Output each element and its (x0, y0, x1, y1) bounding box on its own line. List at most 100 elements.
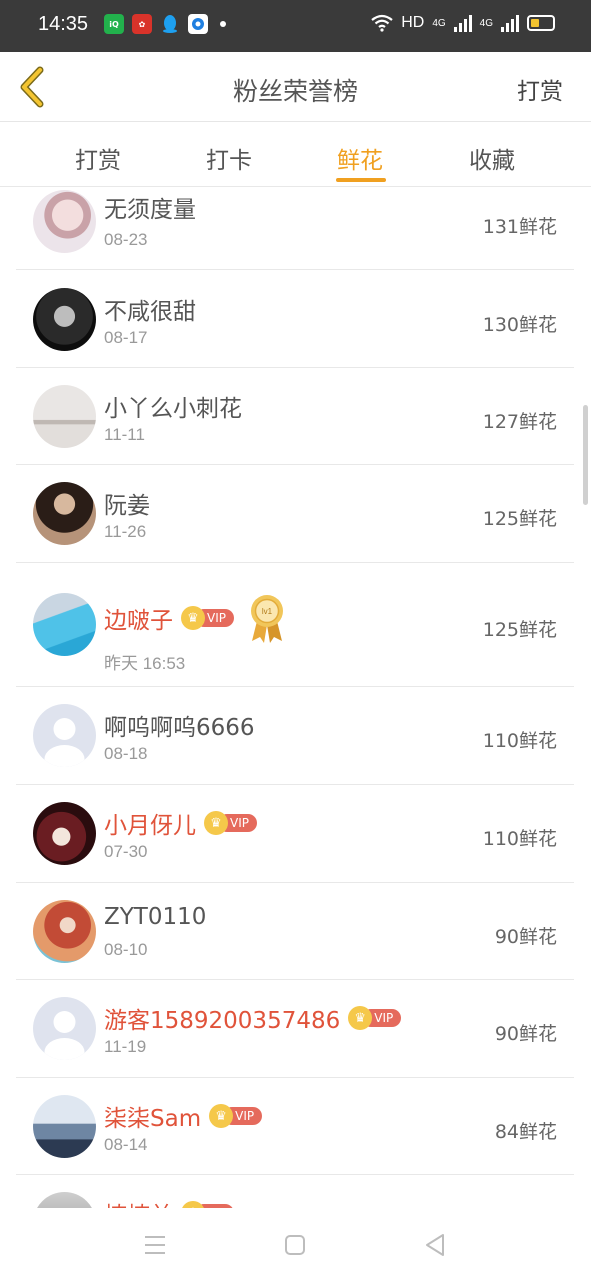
fan-row[interactable]: 啊呜啊呜6666 08-18 110鲜花 (16, 687, 574, 785)
crown-icon: ♛ (204, 811, 228, 835)
triangle-back-icon (426, 1234, 444, 1256)
menu-icon (145, 1236, 165, 1254)
flower-count: 84鲜花 (494, 1121, 557, 1143)
fan-date: 11-26 (104, 522, 147, 541)
fan-name-line: 柒柒Sam ♛ VIP (104, 1099, 263, 1133)
status-indicators: HD 4G 4G (371, 14, 555, 32)
default-avatar-icon (44, 718, 85, 767)
fan-date: 07-30 (104, 842, 148, 861)
tab-bar: 打赏 打卡 鲜花 收藏 (0, 123, 591, 187)
fan-name-line: 啊呜啊呜6666 (104, 708, 255, 742)
status-time: 14:35 (38, 13, 89, 35)
fan-row[interactable]: 不咸很甜 08-17 130鲜花 (16, 270, 574, 368)
tab-favorites[interactable]: 收藏 (469, 141, 515, 175)
crown-icon: ♛ (181, 606, 205, 630)
fan-name: 无须度量 (104, 197, 196, 223)
square-icon (285, 1235, 305, 1255)
avatar (33, 385, 96, 448)
flower-count: 90鲜花 (494, 1023, 557, 1045)
fan-name: 阮姜 (104, 493, 150, 519)
vip-badge: ♛ VIP (209, 1104, 263, 1128)
reward-button[interactable]: 打赏 (517, 72, 563, 106)
avatar (33, 482, 96, 545)
fan-name-line: 小丫么小刺花 (104, 389, 242, 423)
fan-row[interactable]: 柒柒Sam ♛ VIP 08-14 84鲜花 (16, 1078, 574, 1175)
fan-row[interactable]: 边啵子 ♛ VIP lv1 昨天 16:53 125鲜花 (16, 563, 574, 687)
fan-date: 08-23 (104, 230, 148, 249)
avatar (33, 288, 96, 351)
fan-row[interactable]: 无须度量 08-23 131鲜花 (16, 188, 574, 270)
fan-name-line: 游客1589200357486 ♛ VIP (104, 1001, 402, 1035)
fan-date: 11-11 (104, 425, 145, 444)
avatar (33, 1192, 96, 1208)
fan-row[interactable]: ZYT0110 08-10 90鲜花 (16, 883, 574, 980)
qq-app-icon (160, 14, 180, 34)
avatar (33, 704, 96, 767)
flower-count: 127鲜花 (482, 411, 557, 433)
tab-reward[interactable]: 打赏 (75, 141, 121, 175)
wifi-icon (371, 14, 393, 32)
avatar (33, 997, 96, 1060)
flower-count: 125鲜花 (482, 619, 557, 641)
signal-2-label: 4G (479, 17, 493, 29)
fan-name-line: 无须度量 (104, 190, 196, 224)
tab-checkin[interactable]: 打卡 (206, 141, 252, 175)
system-nav-bar (0, 1208, 591, 1280)
fan-name: 柒柒Sam (104, 1106, 202, 1132)
signal-2-icon (501, 14, 519, 32)
avatar (33, 593, 96, 656)
flower-count: 130鲜花 (482, 314, 557, 336)
tab-flowers[interactable]: 鲜花 (337, 141, 383, 175)
scrollbar-thumb[interactable] (583, 405, 588, 505)
fan-date: 昨天 16:53 (104, 654, 186, 673)
iqiyi-app-icon: iQ (104, 14, 124, 34)
fan-name: 小丫么小刺花 (104, 396, 242, 422)
fan-row[interactable]: 阮姜 11-26 125鲜花 (16, 465, 574, 563)
home-button[interactable] (280, 1230, 310, 1260)
battery-icon (527, 15, 555, 31)
signal-1-label: 4G (432, 17, 446, 29)
fan-name: 游客1589200357486 (104, 1008, 341, 1034)
fan-date: 08-17 (104, 328, 148, 347)
fan-name: 不咸很甜 (104, 299, 196, 325)
fan-name: 小月伢儿 (104, 813, 196, 839)
network-label: HD (401, 14, 425, 31)
fan-date: 08-14 (104, 1135, 148, 1154)
more-notifications-dot (220, 21, 226, 27)
crown-icon: ♛ (181, 1201, 205, 1208)
fan-row[interactable]: 楠楠兰 ♛ VIP (16, 1175, 574, 1208)
fan-name: ZYT0110 (104, 904, 207, 930)
red-app-icon: ✿ (132, 14, 152, 34)
default-avatar-icon (44, 1011, 85, 1060)
fan-date: 08-10 (104, 940, 148, 959)
menu-button[interactable] (140, 1230, 170, 1260)
flower-count: 110鲜花 (482, 730, 557, 752)
fan-name-line: 楠楠兰 ♛ VIP (104, 1196, 234, 1208)
fan-name-line: ZYT0110 (104, 904, 206, 930)
medal-level-label: lv1 (262, 607, 273, 616)
vip-badge: ♛ VIP (348, 1006, 402, 1030)
level-medal-icon: lv1 (250, 595, 283, 643)
avatar (33, 190, 96, 253)
app-header: 粉丝荣誉榜 打赏 (0, 52, 591, 122)
fan-name: 边啵子 (104, 608, 173, 634)
back-nav-button[interactable] (420, 1230, 450, 1260)
flower-count: 125鲜花 (482, 508, 557, 530)
flower-count: 131鲜花 (482, 216, 557, 238)
fan-row[interactable]: 小丫么小刺花 11-11 127鲜花 (16, 368, 574, 465)
fan-row[interactable]: 游客1589200357486 ♛ VIP 11-19 90鲜花 (16, 980, 574, 1078)
flower-count: 110鲜花 (482, 828, 557, 850)
flower-count: 90鲜花 (494, 926, 557, 948)
crown-icon: ♛ (209, 1104, 234, 1128)
fan-date: 11-19 (104, 1037, 147, 1056)
fan-name: 啊呜啊呜6666 (104, 715, 255, 741)
fan-ranking-list: 无须度量 08-23 131鲜花 不咸很甜 08-17 130鲜花 小丫么小刺花… (0, 188, 591, 1208)
page-title: 粉丝荣誉榜 (232, 77, 358, 106)
notification-icons: iQ ✿ (104, 14, 226, 34)
fan-row[interactable]: 小月伢儿 ♛ VIP 07-30 110鲜花 (16, 785, 574, 883)
fan-name-line: 不咸很甜 (104, 292, 196, 326)
browser-app-icon (188, 14, 208, 34)
active-tab-indicator (336, 178, 386, 182)
fan-name-line: 阮姜 (104, 486, 150, 520)
fan-date: 08-18 (104, 744, 148, 763)
